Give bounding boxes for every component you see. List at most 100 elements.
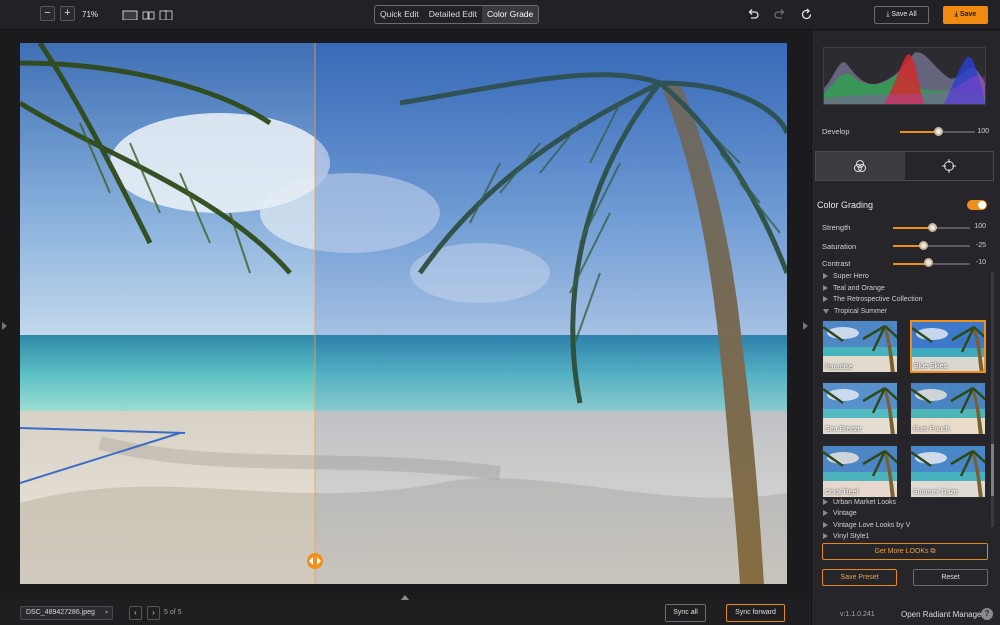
zoom-in-button[interactable]: +	[60, 6, 75, 21]
contrast-value: -10	[975, 259, 986, 266]
look-category-vinyl-style[interactable]: Vinyl Style1	[823, 533, 869, 540]
app-version: v:1.1.0.241	[840, 611, 875, 618]
look-category-urban-market[interactable]: Urban Market Looks	[823, 499, 896, 506]
left-panel-toggle[interactable]	[2, 322, 7, 330]
contrast-label: Contrast	[822, 259, 851, 268]
caret-right-icon	[823, 510, 828, 516]
look-category-vintage[interactable]: Vintage	[823, 510, 857, 517]
saturation-value: -25	[975, 242, 986, 249]
undo-icon[interactable]	[747, 8, 760, 21]
category-label: Urban Market Looks	[833, 499, 897, 506]
tab-quick-edit[interactable]: Quick Edit	[375, 6, 424, 23]
split-handle-icon[interactable]	[306, 552, 324, 570]
single-view-icon[interactable]	[122, 10, 138, 20]
develop-label: Develop	[822, 127, 850, 136]
contrast-slider-fill	[893, 263, 928, 265]
category-label: Tropical Summer	[834, 308, 888, 315]
help-icon[interactable]: ?	[981, 608, 993, 620]
external-link-icon: ⧉	[930, 548, 936, 555]
look-name: Coral Reef	[825, 489, 859, 496]
edit-mode-tabs: Quick Edit Detailed Edit Color Grade	[374, 5, 540, 24]
strength-slider-handle[interactable]	[928, 223, 937, 232]
reset-rotate-icon[interactable]	[800, 8, 813, 21]
strength-label: Strength	[822, 223, 851, 232]
look-name: Summer Daze	[913, 489, 958, 496]
tab-color-grade[interactable]: Color Grade	[481, 6, 539, 23]
sync-all-button[interactable]: Sync all	[665, 604, 706, 622]
look-name: Rum Punch	[913, 426, 950, 433]
file-name: DSC_489427286.jpeg	[26, 609, 95, 616]
category-label: Vinyl Style1	[833, 533, 870, 540]
tab-detailed-edit[interactable]: Detailed Edit	[424, 6, 482, 23]
next-image-button[interactable]: ›	[147, 606, 160, 620]
contrast-slider-handle[interactable]	[924, 258, 933, 267]
compare-view-icon[interactable]	[159, 10, 173, 20]
saturation-label: Saturation	[822, 242, 857, 251]
look-thumbnail[interactable]: Summer Daze	[910, 445, 986, 498]
redo-icon[interactable]	[773, 8, 786, 21]
save-label: Save	[959, 11, 977, 18]
look-name: Paradise	[825, 364, 853, 371]
color-circles-icon	[854, 160, 867, 172]
look-category-teal-orange[interactable]: Teal and Orange	[823, 285, 885, 292]
crosshair-icon	[941, 159, 956, 173]
histogram	[823, 47, 986, 105]
caret-down-icon	[823, 309, 829, 314]
develop-slider-handle[interactable]	[934, 127, 943, 136]
caret-right-icon	[823, 533, 828, 539]
zoom-out-button[interactable]: −	[40, 6, 55, 21]
look-thumbnail[interactable]: Sea Breeze	[822, 382, 898, 435]
look-thumbnail[interactable]: Paradise	[822, 320, 898, 373]
zoom-level: 71%	[82, 10, 99, 19]
get-more-label: Get More LOOKs	[874, 548, 929, 555]
saturation-slider-handle[interactable]	[919, 241, 928, 250]
right-panel-toggle[interactable]	[803, 322, 808, 330]
save-all-button[interactable]: ⤓ Save All	[874, 6, 929, 24]
look-category-vintage-love[interactable]: Vintage Love Looks by V	[823, 522, 910, 529]
caret-right-icon	[823, 285, 828, 291]
top-toolbar: − + 71% Quick Edit Detailed Edit Color G…	[0, 0, 1000, 30]
category-label: The Retrospective Collection	[833, 296, 923, 303]
color-grading-title: Color Grading	[817, 200, 874, 210]
look-thumbnail[interactable]: Coral Reef	[822, 445, 898, 498]
category-label: Super Hero	[833, 273, 869, 280]
look-category-tropical-summer[interactable]: Tropical Summer	[823, 308, 887, 315]
save-preset-button[interactable]: Save Preset	[822, 569, 897, 586]
category-label: Teal and Orange	[833, 285, 885, 292]
look-name: Blue Skies	[914, 363, 948, 370]
category-label: Vintage	[833, 510, 857, 517]
tab-color-grading[interactable]	[816, 152, 905, 180]
open-radiant-manager-link[interactable]: Open Radiant Manager	[901, 610, 984, 619]
download-icon: ⤓	[886, 11, 890, 18]
chevron-down-icon: ▾	[104, 610, 108, 616]
file-select[interactable]: DSC_489427286.jpeg ▾	[20, 606, 113, 620]
category-label: Vintage Love Looks by V	[833, 522, 911, 529]
look-category-super-hero[interactable]: Super Hero	[823, 273, 869, 280]
caret-right-icon	[823, 522, 828, 528]
reset-button[interactable]: Reset	[913, 569, 988, 586]
get-more-looks-button[interactable]: Get More LOOKs ⧉	[822, 543, 988, 560]
tab-targeted-adjust[interactable]	[905, 152, 994, 180]
split-view-icon[interactable]	[142, 10, 155, 20]
save-button[interactable]: ⤓ Save	[943, 6, 988, 24]
caret-right-icon	[823, 273, 828, 279]
look-thumbnail-selected[interactable]: Blue Skies	[910, 320, 986, 373]
color-grading-toggle[interactable]	[967, 200, 987, 210]
looks-scrollbar-thumb[interactable]	[991, 444, 994, 496]
develop-slider-fill	[900, 131, 938, 133]
image-counter: 5 of 5	[164, 609, 182, 616]
panel-tabs	[815, 151, 994, 181]
photo-preview[interactable]	[20, 43, 787, 584]
save-all-label: Save All	[891, 11, 917, 18]
strength-slider-fill	[893, 227, 932, 229]
download-icon: ⤓	[954, 11, 958, 18]
caret-right-icon	[823, 499, 828, 505]
strength-value: 100	[974, 223, 986, 230]
look-name: Sea Breeze	[825, 426, 862, 433]
look-thumbnail[interactable]: Rum Punch	[910, 382, 986, 435]
look-category-retrospective[interactable]: The Retrospective Collection	[823, 296, 923, 303]
previous-image-button[interactable]: ‹	[129, 606, 142, 620]
caret-right-icon	[823, 296, 828, 302]
sync-forward-button[interactable]: Sync forward	[726, 604, 785, 622]
develop-value: 100	[977, 128, 989, 135]
